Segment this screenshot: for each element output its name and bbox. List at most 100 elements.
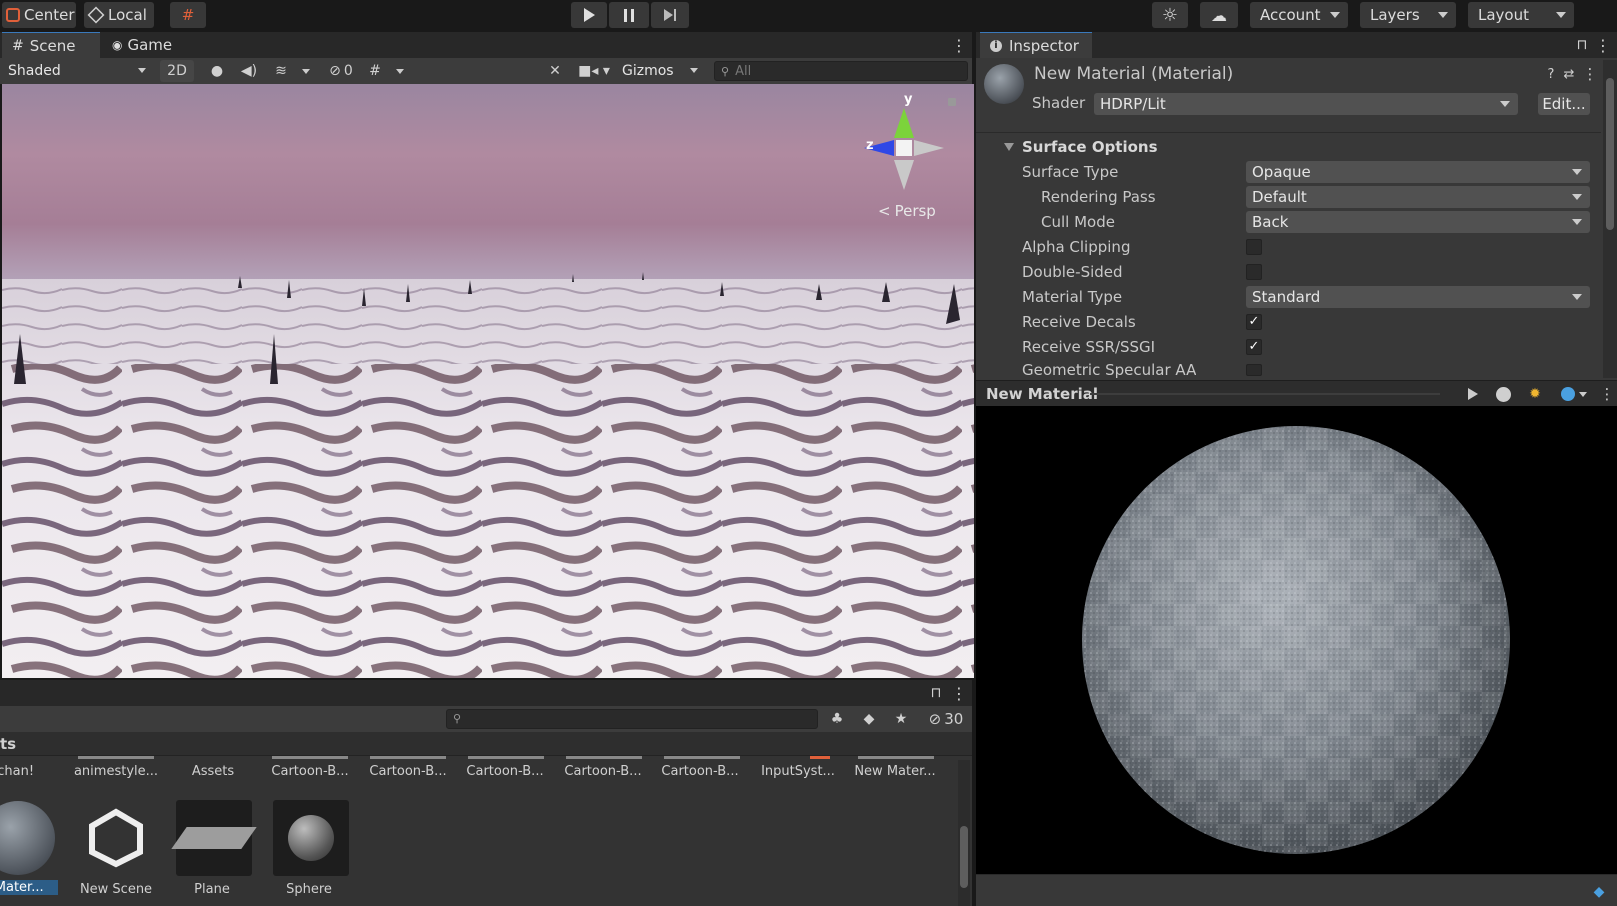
project-item[interactable]: Sphere xyxy=(261,882,357,897)
eye-slash-icon: ⊘ xyxy=(928,710,942,728)
plane-asset-thumbnail[interactable] xyxy=(171,800,257,876)
layout-dropdown[interactable]: Layout xyxy=(1468,2,1574,28)
surface-type-value: Opaque xyxy=(1252,163,1311,181)
scrollbar-thumb[interactable] xyxy=(1606,78,1614,230)
preview-mesh-button[interactable] xyxy=(1492,385,1514,403)
receive-decals-checkbox[interactable]: ✓ xyxy=(1246,314,1262,330)
lightbulb-icon: ● xyxy=(210,63,224,79)
project-item[interactable]: Cartoon-B... xyxy=(457,764,553,779)
camera-dropdown[interactable]: ■◂ ▾ xyxy=(576,60,612,82)
alpha-clipping-checkbox[interactable] xyxy=(1246,239,1262,255)
tools-button[interactable]: ✕ xyxy=(544,60,566,82)
more-menu-icon[interactable]: ⋮ xyxy=(1583,65,1598,83)
double-sided-checkbox[interactable] xyxy=(1246,264,1262,280)
project-item[interactable]: New Scene xyxy=(68,882,164,897)
gamepad-icon: ◉ xyxy=(112,38,123,52)
shading-mode-dropdown[interactable]: Shaded xyxy=(2,60,152,82)
tab-inspector[interactable]: i Inspector xyxy=(980,32,1092,58)
asset-labels-button[interactable]: ◆ xyxy=(1590,883,1608,901)
geometric-specular-aa-checkbox[interactable] xyxy=(1246,364,1262,376)
pause-button[interactable] xyxy=(609,2,649,28)
project-item[interactable]: Cartoon-B... xyxy=(555,764,651,779)
project-item-selected[interactable]: w Mater... xyxy=(0,880,58,895)
tab-game[interactable]: ◉ Game xyxy=(106,32,186,58)
chevron-down-icon xyxy=(1572,169,1582,175)
grid-toggle[interactable]: # xyxy=(364,60,386,82)
preview-light-button[interactable]: ✹ xyxy=(1524,385,1546,403)
gizmos-dropdown[interactable]: Gizmos xyxy=(616,60,704,82)
more-menu-icon[interactable]: ⋮ xyxy=(951,36,967,55)
chevron-left-icon: < xyxy=(878,202,891,220)
lock-icon[interactable]: ⊓ xyxy=(1574,36,1590,54)
project-scrollbar[interactable] xyxy=(958,760,970,906)
layers-dropdown[interactable]: Layers xyxy=(1360,2,1456,28)
project-item[interactable]: Assets xyxy=(165,764,261,779)
lock-icon[interactable]: ⊓ xyxy=(928,684,944,702)
hidden-packages-toggle[interactable]: ⊘ 30 xyxy=(922,708,970,730)
material-type-dropdown[interactable]: Standard xyxy=(1246,286,1590,308)
chevron-down-icon xyxy=(302,68,310,74)
help-icon[interactable]: ? xyxy=(1544,66,1558,82)
projection-toggle[interactable]: < Persp xyxy=(878,202,936,220)
filter-type-button[interactable]: ♣ xyxy=(826,708,848,730)
hidden-objects-toggle[interactable]: ⊘ 0 xyxy=(322,60,360,82)
more-menu-icon[interactable]: ⋮ xyxy=(951,684,967,703)
project-item[interactable]: Cartoon-B... xyxy=(652,764,748,779)
material-sphere-icon xyxy=(0,801,55,875)
shader-dropdown[interactable]: HDRP/Lit xyxy=(1094,93,1518,115)
preview-play-button[interactable] xyxy=(1464,385,1482,403)
scene-lighting-toggle[interactable]: ● xyxy=(206,60,228,82)
scene-audio-toggle[interactable]: ◀) xyxy=(238,60,260,82)
account-dropdown[interactable]: Account xyxy=(1250,2,1348,28)
effects-dropdown[interactable] xyxy=(298,60,314,82)
project-item[interactable]: Plane xyxy=(164,882,260,897)
surface-type-dropdown[interactable]: Opaque xyxy=(1246,161,1590,183)
project-item[interactable]: animestyle... xyxy=(68,764,164,779)
play-button[interactable] xyxy=(571,2,607,28)
sphere-asset-thumbnail[interactable] xyxy=(273,800,349,876)
pause-icon xyxy=(624,8,634,22)
project-item[interactable]: Cartoon-B... xyxy=(360,764,456,779)
tab-scene[interactable]: # Scene xyxy=(2,32,100,58)
material-preview[interactable] xyxy=(976,406,1617,874)
cull-mode-dropdown[interactable]: Back xyxy=(1246,211,1590,233)
more-menu-icon[interactable]: ⋮ xyxy=(1600,385,1615,403)
pivot-center-button[interactable]: Center xyxy=(2,2,76,28)
grid-dropdown[interactable] xyxy=(392,60,408,82)
project-search-input[interactable]: ⚲ xyxy=(446,709,818,729)
project-item[interactable]: New Mater... xyxy=(847,764,943,779)
chevron-down-icon xyxy=(1572,194,1582,200)
rendering-pass-dropdown[interactable]: Default xyxy=(1246,186,1590,208)
inspector-scrollbar[interactable] xyxy=(1603,60,1617,378)
preview-drag-handle[interactable] xyxy=(1090,393,1440,395)
project-item[interactable]: ty-chan! xyxy=(0,764,60,779)
project-item[interactable]: Cartoon-B... xyxy=(262,764,358,779)
presets-icon[interactable]: ⇄ xyxy=(1562,66,1576,82)
search-placeholder: All xyxy=(735,63,752,79)
preview-background-dropdown[interactable] xyxy=(1556,385,1592,403)
layers-icon: ≋ xyxy=(275,63,287,79)
lighting-button[interactable]: ☼ xyxy=(1152,2,1188,28)
scene-asset-thumbnail[interactable] xyxy=(78,800,154,876)
surface-options-foldout[interactable]: Surface Options xyxy=(1004,138,1158,156)
scene-effects-toggle[interactable]: ≋ xyxy=(270,60,292,82)
favorite-button[interactable]: ★ xyxy=(890,708,912,730)
filter-label-button[interactable]: ◆ xyxy=(858,708,880,730)
more-menu-icon[interactable]: ⋮ xyxy=(1595,36,1611,55)
step-button[interactable] xyxy=(651,2,689,28)
edit-shader-button[interactable]: Edit... xyxy=(1538,93,1590,115)
divider xyxy=(976,132,1601,133)
2d-toggle[interactable]: 2D xyxy=(160,60,194,82)
cull-mode-value: Back xyxy=(1252,213,1289,231)
project-item[interactable]: InputSyst... xyxy=(750,764,846,779)
scene-viewport[interactable]: y z < Persp xyxy=(2,84,974,678)
pivot-local-button[interactable]: Local xyxy=(84,2,154,28)
scene-search-input[interactable]: ⚲ All xyxy=(714,61,968,81)
receive-ssr-checkbox[interactable]: ✓ xyxy=(1246,339,1262,355)
cloud-button[interactable]: ☁ xyxy=(1200,2,1238,28)
gizmo-y-label: y xyxy=(904,92,913,107)
grid-snap-button[interactable]: # xyxy=(170,2,206,28)
material-thumbnail[interactable] xyxy=(0,800,56,876)
tag-icon: ◆ xyxy=(863,711,875,727)
scrollbar-thumb[interactable] xyxy=(960,826,968,888)
